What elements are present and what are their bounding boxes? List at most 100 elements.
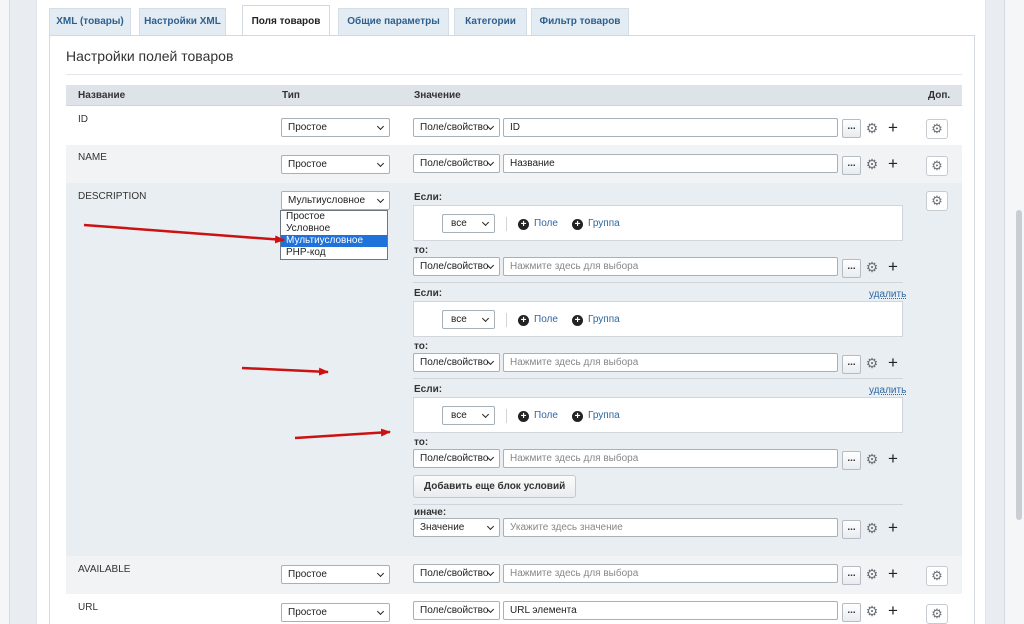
dropdown-option-simple[interactable]: Простое	[281, 211, 387, 223]
logic-select[interactable]: все	[442, 310, 495, 329]
more-button[interactable]: ...	[842, 119, 861, 138]
gear-icon[interactable]: ⚙	[864, 451, 880, 467]
settings-button[interactable]: ⚙	[926, 604, 948, 624]
plus-icon[interactable]: +	[885, 354, 901, 372]
condition-box: все + Поле + Группа	[413, 205, 903, 241]
field-name: DESCRIPTION	[78, 191, 147, 202]
gear-icon[interactable]: ⚙	[864, 520, 880, 536]
table-row-description: DESCRIPTION Мультиусловное ⚙ Если: все +…	[66, 183, 962, 556]
add-field-link[interactable]: + Поле	[518, 314, 558, 326]
dropdown-option-php[interactable]: PHP-код	[281, 247, 387, 259]
gear-icon[interactable]: ⚙	[864, 259, 880, 275]
type-select[interactable]: Простое	[281, 155, 390, 174]
add-group-label: Группа	[588, 314, 620, 325]
left-sidebar-edge	[0, 0, 10, 624]
settings-button[interactable]: ⚙	[926, 119, 948, 139]
plus-circle-icon: +	[572, 411, 583, 422]
add-group-link[interactable]: + Группа	[572, 314, 620, 326]
tab-categories[interactable]: Категории	[454, 8, 527, 35]
add-group-link[interactable]: + Группа	[572, 410, 620, 422]
settings-button[interactable]: ⚙	[926, 156, 948, 176]
condition-box: все + Поле + Группа	[413, 301, 903, 337]
else-value-input[interactable]: Укажите здесь значение	[503, 518, 838, 537]
type-select[interactable]: Простое	[281, 565, 390, 584]
delete-link[interactable]: удалить	[869, 289, 906, 300]
tab-bar: XML (товары) Настройки XML Поля товаров …	[49, 0, 975, 36]
dropdown-option-multiconditional[interactable]: Мультиусловное	[281, 235, 387, 247]
value-input[interactable]: Нажмите здесь для выбора	[503, 449, 838, 468]
more-button[interactable]: ...	[842, 566, 861, 585]
gear-icon[interactable]: ⚙	[864, 120, 880, 136]
source-select[interactable]: Поле/свойство	[413, 564, 500, 583]
tab-product-filter[interactable]: Фильтр товаров	[531, 8, 629, 35]
source-select[interactable]: Поле/свойство	[413, 353, 500, 372]
delete-link[interactable]: удалить	[869, 385, 906, 396]
scrollbar-track[interactable]	[1004, 0, 1024, 624]
then-label: то:	[414, 245, 429, 256]
separator	[506, 217, 507, 231]
plus-icon[interactable]: +	[885, 258, 901, 276]
logic-select[interactable]: все	[442, 214, 495, 233]
add-field-label: Поле	[534, 218, 558, 229]
condition-box: все + Поле + Группа	[413, 397, 903, 433]
source-select[interactable]: Поле/свойство	[413, 257, 500, 276]
settings-button[interactable]: ⚙	[926, 566, 948, 586]
header-extra: Доп.	[928, 90, 951, 101]
type-select[interactable]: Простое	[281, 118, 390, 137]
table-row: URL Простое Поле/свойство URL элемента .…	[66, 594, 962, 624]
gear-icon[interactable]: ⚙	[864, 603, 880, 619]
add-field-link[interactable]: + Поле	[518, 410, 558, 422]
main-page: XML (товары) Настройки XML Поля товаров …	[36, 0, 986, 624]
more-button[interactable]: ...	[842, 520, 861, 539]
tab-general-params[interactable]: Общие параметры	[338, 8, 449, 35]
table-row: NAME Простое Поле/свойство Название ... …	[66, 145, 962, 183]
tab-xml-products[interactable]: XML (товары)	[49, 8, 131, 35]
gear-icon[interactable]: ⚙	[864, 355, 880, 371]
settings-button[interactable]: ⚙	[926, 191, 948, 211]
field-name: AVAILABLE	[78, 564, 131, 575]
gear-icon[interactable]: ⚙	[864, 566, 880, 582]
value-input[interactable]: URL элемента	[503, 601, 838, 620]
tab-xml-settings[interactable]: Настройки XML	[139, 8, 226, 35]
else-source-select[interactable]: Значение	[413, 518, 500, 537]
separator	[506, 313, 507, 327]
more-button[interactable]: ...	[842, 603, 861, 622]
add-field-link[interactable]: + Поле	[518, 218, 558, 230]
more-button[interactable]: ...	[842, 259, 861, 278]
plus-circle-icon: +	[572, 315, 583, 326]
dropdown-option-conditional[interactable]: Условное	[281, 223, 387, 235]
separator	[506, 409, 507, 423]
more-button[interactable]: ...	[842, 355, 861, 374]
add-condition-block-button[interactable]: Добавить еще блок условий	[413, 475, 577, 498]
scrollbar-thumb[interactable]	[1016, 210, 1022, 520]
value-input[interactable]: Нажмите здесь для выбора	[503, 564, 838, 583]
tab-product-fields[interactable]: Поля товаров	[242, 5, 330, 36]
if-label: Если:	[414, 192, 443, 203]
field-name: ID	[78, 114, 88, 125]
plus-icon[interactable]: +	[885, 565, 901, 583]
source-select[interactable]: Поле/свойство	[413, 601, 500, 620]
fields-panel: Настройки полей товаров Название Тип Зна…	[49, 35, 975, 624]
type-select[interactable]: Простое	[281, 603, 390, 622]
table-row: ID Простое Поле/свойство ID ... ⚙ + ⚙	[66, 107, 962, 145]
logic-select[interactable]: все	[442, 406, 495, 425]
add-group-link[interactable]: + Группа	[572, 218, 620, 230]
source-select[interactable]: Поле/свойство	[413, 154, 500, 173]
source-select[interactable]: Поле/свойство	[413, 449, 500, 468]
type-dropdown-list[interactable]: Простое Условное Мультиусловное PHP-код	[280, 210, 388, 260]
plus-icon[interactable]: +	[885, 155, 901, 173]
plus-icon[interactable]: +	[885, 519, 901, 537]
type-select[interactable]: Мультиусловное	[281, 191, 390, 210]
value-input[interactable]: Нажмите здесь для выбора	[503, 353, 838, 372]
plus-icon[interactable]: +	[885, 450, 901, 468]
plus-icon[interactable]: +	[885, 602, 901, 620]
value-input[interactable]: Нажмите здесь для выбора	[503, 257, 838, 276]
more-button[interactable]: ...	[842, 451, 861, 470]
source-select[interactable]: Поле/свойство	[413, 118, 500, 137]
value-input[interactable]: ID	[503, 118, 838, 137]
value-input[interactable]: Название	[503, 154, 838, 173]
plus-icon[interactable]: +	[885, 119, 901, 137]
more-button[interactable]: ...	[842, 156, 861, 175]
gear-icon[interactable]: ⚙	[864, 156, 880, 172]
header-name: Название	[78, 90, 126, 101]
